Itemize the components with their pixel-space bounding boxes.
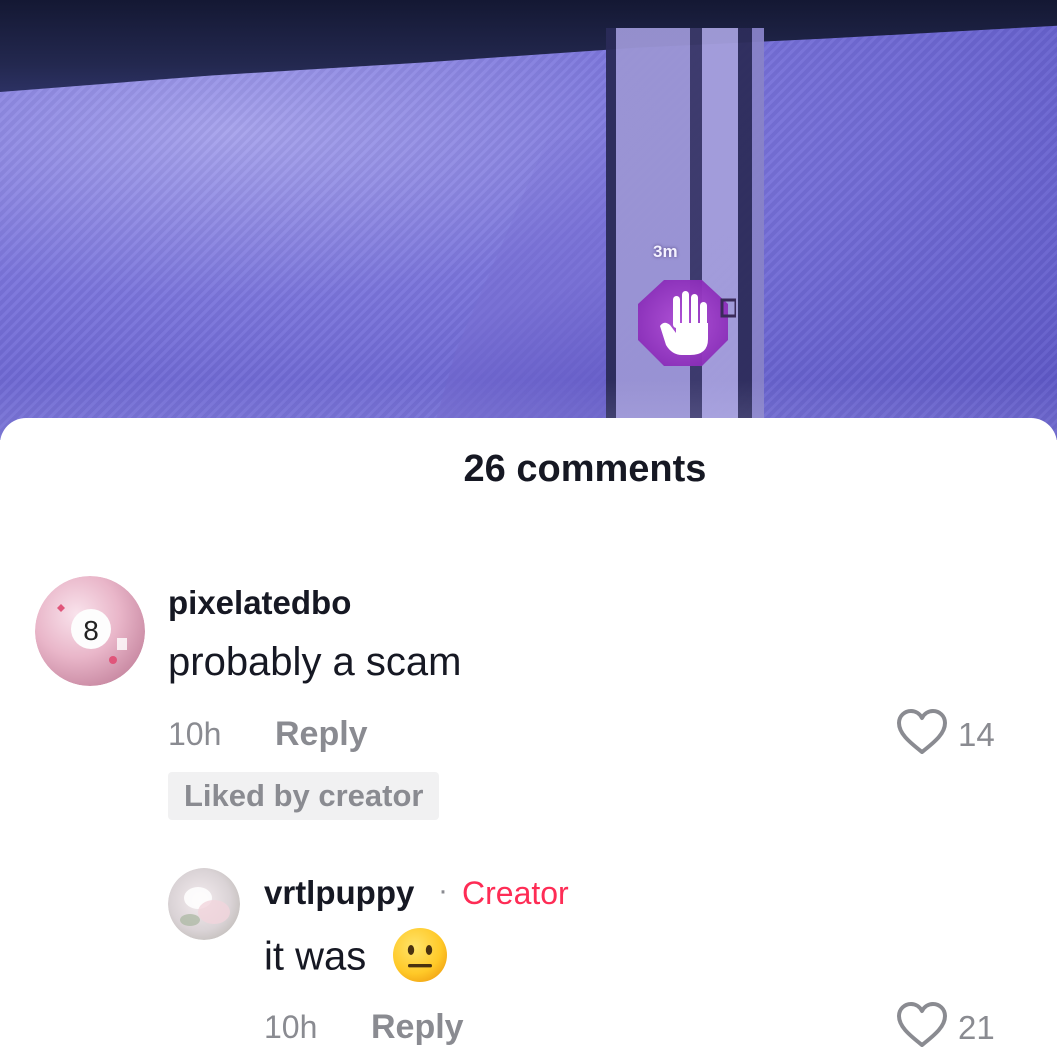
pastel-avatar[interactable] [168, 868, 240, 940]
creator-tag: Creator [462, 875, 569, 911]
reply-button[interactable]: Reply [371, 1008, 464, 1047]
heart-icon[interactable] [896, 1001, 948, 1049]
comments-sheet: 26 comments 8 pixelatedbo probably a sca… [0, 418, 1057, 1057]
reply-text-row: it was [264, 928, 449, 984]
8-ball-avatar[interactable]: 8 [35, 576, 145, 686]
separator-dot: · [438, 874, 448, 907]
like-count: 14 [958, 716, 995, 753]
reply-text: it was [264, 934, 367, 979]
reply-username[interactable]: vrtlpuppy [264, 874, 414, 912]
like-control[interactable]: 14 [896, 708, 1006, 758]
video-ceiling [0, 0, 1057, 92]
heart-icon[interactable] [896, 708, 948, 756]
distance-label: 3m [653, 242, 678, 261]
comment-timestamp: 10h [168, 716, 222, 752]
comment-username[interactable]: pixelatedbo [168, 584, 351, 622]
hand-icon [636, 276, 738, 370]
video-preview[interactable]: 3m [0, 0, 1057, 440]
svg-text:8: 8 [83, 615, 99, 646]
video-pillar [606, 28, 764, 440]
neutral-face-emoji [393, 928, 448, 982]
like-count: 21 [958, 1009, 995, 1046]
reply-button[interactable]: Reply [275, 715, 368, 754]
like-control[interactable]: 21 [896, 1001, 1006, 1051]
comments-count-title: 26 comments [463, 448, 707, 490]
reply-timestamp: 10h [264, 1009, 318, 1045]
liked-by-creator-badge: Liked by creator [168, 772, 440, 820]
comment-text: probably a scam [168, 640, 462, 684]
